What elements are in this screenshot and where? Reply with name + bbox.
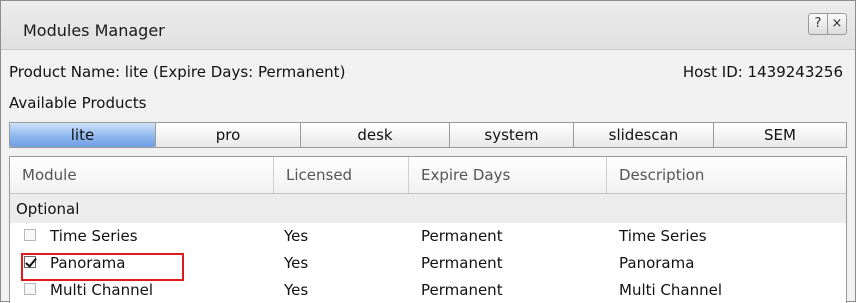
- close-button[interactable]: ×: [827, 14, 846, 34]
- group-row-optional: Optional: [10, 194, 846, 223]
- group-label: Optional: [16, 200, 80, 218]
- licensed-cell: Yes: [284, 227, 309, 245]
- tab-desk[interactable]: desk: [300, 123, 449, 147]
- module-checkbox[interactable]: [24, 283, 36, 295]
- licensed-cell: Yes: [284, 254, 309, 272]
- column-header-description[interactable]: Description: [606, 157, 846, 193]
- modules-manager-window: Modules Manager ? × Product Name: lite (…: [0, 0, 856, 303]
- tab-pro[interactable]: pro: [155, 123, 300, 147]
- highlight-box-panorama: [21, 253, 184, 281]
- product-name-label: Product Name: lite (Expire Days: Permane…: [9, 63, 346, 81]
- column-header-expire-days[interactable]: Expire Days: [408, 157, 606, 193]
- tab-system[interactable]: system: [449, 123, 573, 147]
- available-products-label: Available Products: [9, 94, 147, 112]
- table-header: Module Licensed Expire Days Description: [10, 157, 846, 194]
- column-header-licensed[interactable]: Licensed: [273, 157, 408, 193]
- tab-slidescan[interactable]: slidescan: [573, 123, 713, 147]
- description-cell: Time Series: [619, 227, 707, 245]
- product-tabs: lite pro desk system slidescan SEM: [9, 122, 847, 148]
- expire-days-cell: Permanent: [421, 254, 503, 272]
- title-buttons: ? ×: [808, 13, 847, 35]
- table-row[interactable]: Multi Channel Yes Permanent Multi Channe…: [10, 278, 846, 303]
- expire-days-cell: Permanent: [421, 227, 503, 245]
- tab-sem[interactable]: SEM: [713, 123, 846, 147]
- module-checkbox[interactable]: [24, 229, 36, 241]
- expire-days-cell: Permanent: [421, 281, 503, 299]
- tab-lite[interactable]: lite: [10, 123, 155, 147]
- licensed-cell: Yes: [284, 281, 309, 299]
- window-title: Modules Manager: [23, 21, 165, 40]
- module-name-cell: Time Series: [50, 227, 138, 245]
- title-bar: Modules Manager ? ×: [1, 1, 855, 50]
- product-info-row: Product Name: lite (Expire Days: Permane…: [9, 63, 847, 83]
- description-cell: Multi Channel: [619, 281, 723, 299]
- host-id-label: Host ID: 1439243256: [682, 63, 843, 81]
- help-button[interactable]: ?: [809, 14, 827, 34]
- description-cell: Panorama: [619, 254, 695, 272]
- column-header-module[interactable]: Module: [10, 157, 273, 193]
- module-name-cell: Multi Channel: [50, 281, 154, 299]
- table-row[interactable]: Time Series Yes Permanent Time Series: [10, 224, 846, 251]
